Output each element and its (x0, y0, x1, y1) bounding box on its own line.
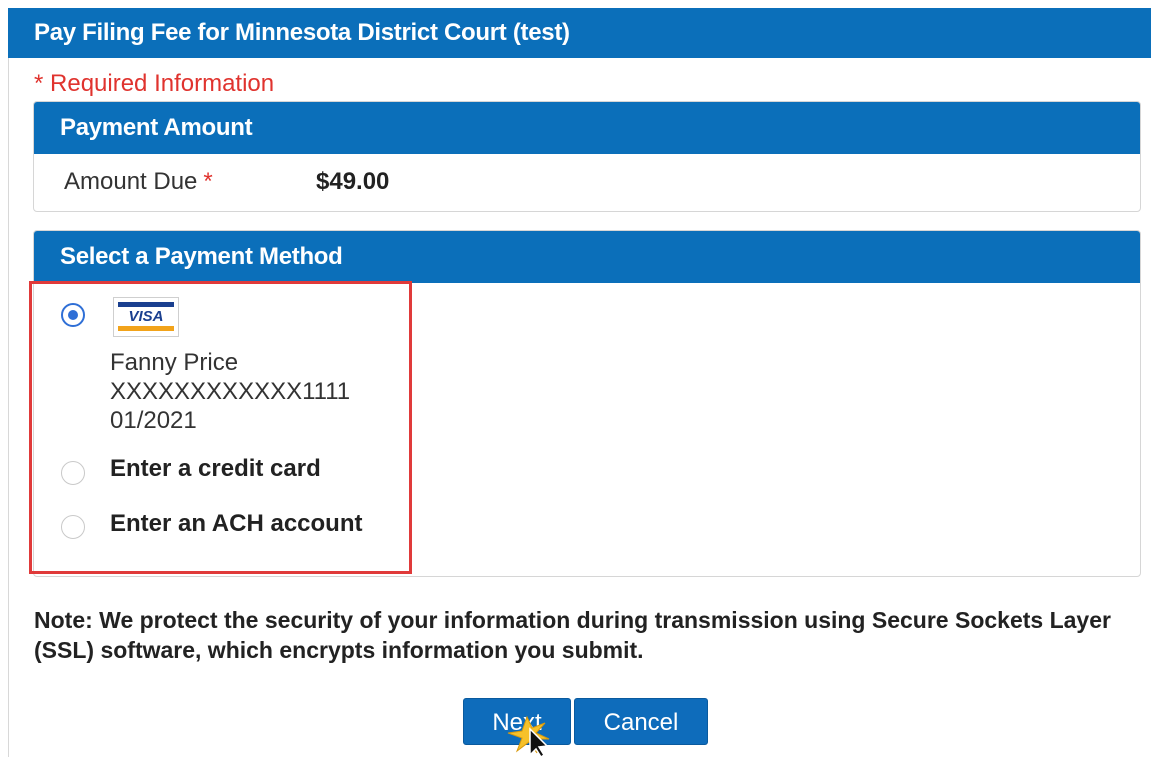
payment-method-heading: Select a Payment Method (34, 231, 1140, 283)
required-information-note: * Required Information (34, 70, 275, 97)
amount-due-label-group: Amount Due * (64, 168, 213, 196)
cardholder-name: Fanny Price (110, 349, 239, 376)
ssl-security-note: Note: We protect the security of your in… (34, 607, 1111, 663)
amount-due-row: Amount Due * $49.00 (34, 154, 1140, 211)
enter-ach-account-label[interactable]: Enter an ACH account (110, 510, 362, 538)
card-number: XXXXXXXXXXXX1111 (110, 378, 351, 405)
ach-account-radio[interactable] (61, 515, 85, 539)
cancel-button[interactable]: Cancel (574, 698, 708, 745)
card-expiry: 01/2021 (110, 407, 197, 434)
credit-card-radio[interactable] (61, 461, 85, 485)
payment-method-panel: Select a Payment Method VISA Fanny Price… (33, 230, 1141, 577)
amount-due-label: Amount Due (64, 168, 198, 195)
amount-due-value: $49.00 (316, 168, 390, 195)
saved-card-radio[interactable] (61, 303, 85, 327)
page-title: Pay Filing Fee for Minnesota District Co… (8, 8, 1151, 58)
required-asterisk: * (203, 168, 213, 195)
payment-amount-heading: Payment Amount (34, 102, 1140, 154)
enter-credit-card-label[interactable]: Enter a credit card (110, 455, 321, 483)
click-cursor-icon (507, 715, 550, 757)
visa-card-icon: VISA (113, 297, 179, 337)
payment-amount-panel: Payment Amount Amount Due * $49.00 (33, 101, 1141, 212)
